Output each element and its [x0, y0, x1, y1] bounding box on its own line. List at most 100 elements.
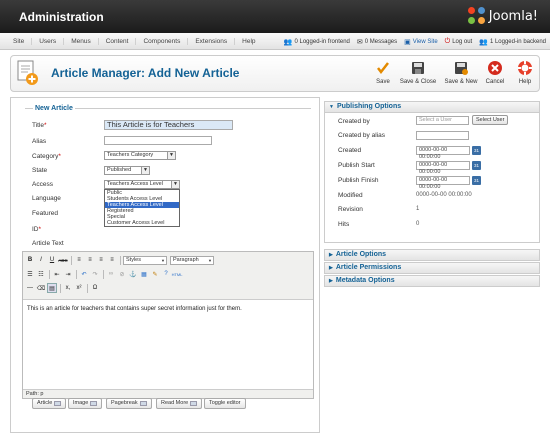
floppy-plus-icon — [455, 62, 468, 75]
category-select[interactable]: Teachers Category ▼ — [104, 151, 176, 160]
underline-button[interactable]: U — [47, 255, 57, 265]
select-user-button[interactable]: Select User — [472, 115, 509, 125]
help-icon[interactable]: ? — [161, 269, 171, 279]
title-label: Title* — [32, 122, 47, 129]
toggle-editor-button[interactable]: Toggle editor — [204, 398, 246, 409]
align-justify-icon[interactable]: ≡ — [107, 255, 117, 265]
redo-icon[interactable]: ↷ — [90, 269, 100, 279]
title-input[interactable]: This Article is for Teachers — [104, 120, 233, 130]
special-character-icon[interactable]: Ω — [90, 283, 100, 293]
article-add-icon — [17, 60, 38, 85]
strikethrough-button[interactable]: ABC — [58, 255, 68, 265]
publish-start-input[interactable]: 0000-00-00 00:00:00 — [416, 161, 470, 175]
created-by-label: Created by — [338, 118, 370, 125]
styles-select[interactable]: Styles ▼ — [123, 255, 167, 265]
alias-input[interactable] — [104, 136, 212, 145]
pagebreak-button[interactable]: Pagebreak — [106, 398, 152, 409]
anchor-icon[interactable]: ⚓ — [128, 269, 138, 279]
created-by-alias-input[interactable] — [416, 131, 469, 140]
chevron-down-icon: ▼ — [171, 181, 179, 188]
floppy-icon — [412, 62, 424, 74]
cancel-button[interactable]: Cancel — [483, 59, 507, 85]
save-new-button[interactable]: Save & New — [443, 59, 479, 85]
triangle-right-icon: ▶ — [329, 265, 333, 271]
joomla-logo-icon — [467, 7, 486, 25]
bold-button[interactable]: B — [25, 255, 35, 265]
link-icon[interactable]: ∞ — [106, 269, 116, 279]
menu-help[interactable]: Help — [235, 38, 262, 45]
image-button[interactable]: Image — [68, 398, 103, 409]
joomla-logo: Joomla! — [467, 7, 538, 25]
menu-users[interactable]: Users — [32, 38, 65, 45]
category-label: Category* — [32, 153, 61, 160]
calendar-icon[interactable]: 31 — [472, 161, 481, 170]
calendar-icon[interactable]: 31 — [472, 146, 481, 155]
html-source-icon[interactable]: HTML — [172, 269, 183, 279]
menu-components[interactable]: Components — [136, 38, 189, 45]
editor-content[interactable]: This is an article for teachers that con… — [27, 306, 242, 312]
access-option[interactable]: Customer Access Level — [105, 220, 179, 226]
save-close-button[interactable]: Save & Close — [399, 59, 437, 85]
state-select[interactable]: Published ▼ — [104, 166, 150, 175]
logout-link[interactable]: ⏻ Log out — [445, 38, 473, 46]
menu-menus[interactable]: Menus — [64, 38, 99, 45]
read-more-button[interactable]: Read More — [156, 398, 203, 409]
article-icon — [54, 401, 62, 406]
access-select[interactable]: Teachers Access Level ▼ — [104, 180, 180, 189]
menu-content[interactable]: Content — [99, 38, 137, 45]
align-center-icon[interactable]: ≡ — [85, 255, 95, 265]
created-by-input[interactable]: Select a User — [416, 116, 469, 125]
admin-header: Administration Joomla! — [0, 0, 550, 33]
created-date-input[interactable]: 0000-00-00 00:00:00 — [416, 146, 470, 160]
read-more-icon — [190, 401, 198, 406]
menu-site[interactable]: Site — [6, 38, 33, 45]
align-left-icon[interactable]: ≡ — [74, 255, 84, 265]
format-select[interactable]: Paragraph ▼ — [170, 255, 214, 265]
outdent-icon[interactable]: ⇤ — [52, 269, 62, 279]
article-options-header[interactable]: ▶ Article Options — [324, 249, 540, 261]
users-icon: 👥 — [479, 38, 488, 46]
article-button[interactable]: Article — [32, 398, 67, 409]
calendar-icon[interactable]: 31 — [472, 176, 481, 185]
italic-button[interactable]: I — [36, 255, 46, 265]
state-label: State — [32, 167, 48, 174]
menu-extensions[interactable]: Extensions — [188, 38, 236, 45]
remove-format-icon[interactable]: ⌫ — [36, 283, 46, 293]
users-icon: 👥 — [283, 38, 293, 46]
hits-label: Hits — [338, 221, 350, 228]
cleanup-icon[interactable]: ✎ — [150, 269, 160, 279]
chevron-down-icon: ▼ — [208, 257, 212, 263]
superscript-icon[interactable]: x² — [74, 283, 84, 293]
article-permissions-header[interactable]: ▶ Article Permissions — [324, 262, 540, 274]
help-button[interactable]: Help — [515, 59, 535, 85]
metadata-options-header[interactable]: ▶ Metadata Options — [324, 275, 540, 287]
check-icon — [377, 62, 389, 75]
alias-label: Alias — [32, 138, 47, 145]
align-right-icon[interactable]: ≡ — [96, 255, 106, 265]
messages-status[interactable]: ✉ 0 Messages — [357, 38, 397, 46]
save-button[interactable]: Save — [368, 59, 398, 85]
backend-users-status: 👥 1 Logged-in backend — [479, 38, 546, 46]
indent-icon[interactable]: ⇥ — [63, 269, 73, 279]
subscript-icon[interactable]: x, — [63, 283, 73, 293]
id-label: ID* — [32, 226, 42, 233]
access-label: Access — [32, 181, 53, 188]
undo-icon[interactable]: ↶ — [79, 269, 89, 279]
publish-finish-input[interactable]: 0000-00-00 00:00:00 — [416, 176, 470, 190]
unlink-icon[interactable]: ⊘ — [117, 269, 127, 279]
access-dropdown-list: Public Students Access Level Teachers Ac… — [104, 189, 180, 227]
bullet-list-icon[interactable]: ☰ — [25, 269, 35, 279]
publish-start-label: Publish Start — [338, 162, 375, 169]
numbered-list-icon[interactable]: ☷ — [36, 269, 46, 279]
image-icon[interactable]: ▦ — [139, 269, 149, 279]
visual-aid-icon[interactable]: ▤ — [47, 283, 57, 293]
view-site-link[interactable]: ▣ View Site — [404, 38, 438, 46]
triangle-right-icon: ▶ — [329, 252, 333, 258]
admin-title: Administration — [19, 10, 104, 24]
horizontal-rule-icon[interactable]: — — [25, 283, 35, 293]
logout-icon: ⏻ — [444, 37, 451, 45]
menu-bar: Site Users Menus Content Components Exte… — [0, 33, 550, 50]
publishing-options-header[interactable]: ▼ Publishing Options — [324, 101, 540, 113]
chevron-down-icon: ▼ — [141, 167, 149, 174]
editor-path: Path: p — [23, 389, 313, 398]
